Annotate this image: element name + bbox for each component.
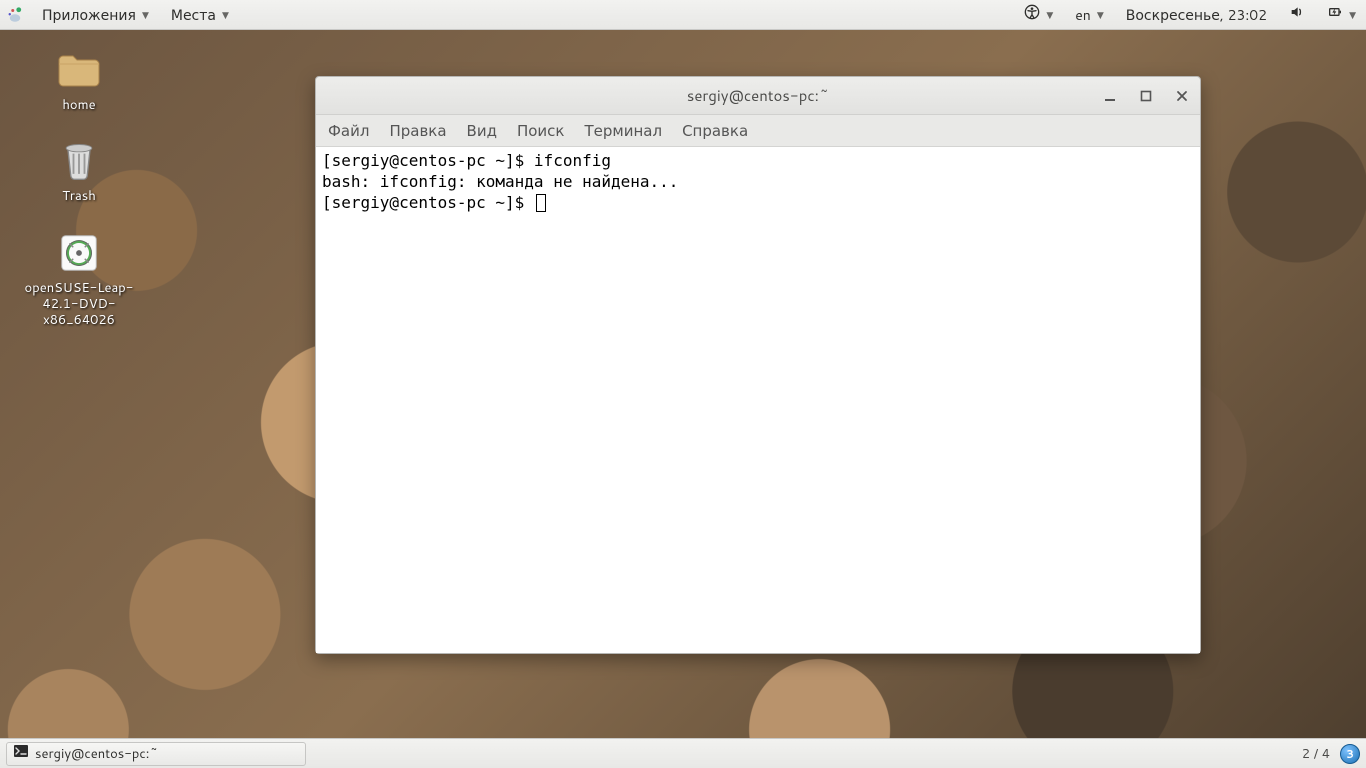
terminal-app-icon [13, 743, 29, 764]
menu-view[interactable]: Вид [465, 118, 499, 143]
places-menu-label: Места [171, 5, 216, 25]
terminal-line: [sergiy@centos-pc ~]$ [322, 193, 534, 212]
window-title: sergiy@centos-pc:~ [687, 85, 829, 106]
keyboard-layout-menu[interactable]: en ▼ [1071, 0, 1108, 30]
trash-bin-icon [55, 137, 103, 185]
taskbar-window-button[interactable]: sergiy@centos-pc:~ [6, 742, 306, 766]
gnome-logo-icon [6, 6, 24, 24]
maximize-icon [1140, 90, 1152, 102]
chevron-down-icon: ▼ [1046, 8, 1053, 21]
window-titlebar[interactable]: sergiy@centos-pc:~ [316, 77, 1200, 115]
accessibility-menu[interactable]: ▼ [1020, 0, 1057, 30]
volume-menu[interactable] [1285, 0, 1309, 30]
taskbar-window-label: sergiy@centos-pc:~ [35, 745, 158, 763]
menu-terminal[interactable]: Терминал [582, 118, 664, 143]
chevron-down-icon: ▼ [222, 8, 229, 21]
disc-image-icon [55, 229, 103, 277]
bottom-panel: sergiy@centos-pc:~ 2 / 4 3 [0, 738, 1366, 768]
terminal-cursor [536, 194, 546, 212]
close-button[interactable] [1170, 84, 1194, 108]
notification-badge[interactable]: 3 [1340, 744, 1360, 764]
iso-file-label: openSUSE-Leap-42.1-DVD-x86_64026 [14, 280, 144, 329]
folder-icon [55, 46, 103, 94]
terminal-body[interactable]: [sergiy@centos-pc ~]$ ifconfig bash: ifc… [316, 147, 1200, 653]
maximize-button[interactable] [1134, 84, 1158, 108]
terminal-line: [sergiy@centos-pc ~]$ ifconfig [322, 151, 611, 170]
chevron-down-icon: ▼ [1349, 8, 1356, 21]
menu-help[interactable]: Справка [680, 118, 750, 143]
accessibility-icon [1024, 4, 1040, 25]
terminal-menubar: Файл Правка Вид Поиск Терминал Справка [316, 115, 1200, 147]
home-folder-icon[interactable]: home [14, 46, 144, 113]
workspace-indicator[interactable]: 2 / 4 [1302, 745, 1330, 763]
chevron-down-icon: ▼ [1097, 8, 1104, 21]
minimize-icon [1104, 90, 1116, 102]
top-panel: Приложения ▼ Места ▼ ▼ en ▼ Воскресенье,… [0, 0, 1366, 30]
menu-search[interactable]: Поиск [515, 118, 567, 143]
trash-label: Trash [62, 188, 96, 204]
applications-menu-label: Приложения [42, 5, 136, 25]
places-menu[interactable]: Места ▼ [167, 0, 233, 30]
chevron-down-icon: ▼ [142, 8, 149, 21]
clock-label[interactable]: Воскресенье, 23:02 [1122, 0, 1271, 30]
applications-menu[interactable]: Приложения ▼ [38, 0, 153, 30]
minimize-button[interactable] [1098, 84, 1122, 108]
home-folder-label: home [62, 97, 95, 113]
menu-file[interactable]: Файл [326, 118, 371, 143]
desktop-icons: home Trash openSUSE-Leap-42.1-DVD-x86_64… [14, 46, 144, 328]
close-icon [1176, 90, 1188, 102]
trash-icon[interactable]: Trash [14, 137, 144, 204]
terminal-window: sergiy@centos-pc:~ Файл Правка Вид Поиск… [315, 76, 1201, 654]
battery-icon [1327, 4, 1343, 25]
volume-icon [1289, 4, 1305, 25]
battery-menu[interactable]: ▼ [1323, 0, 1360, 30]
terminal-line: bash: ifconfig: команда не найдена... [322, 172, 678, 191]
menu-edit[interactable]: Правка [387, 118, 448, 143]
keyboard-layout-label: en [1075, 5, 1091, 25]
iso-file-icon[interactable]: openSUSE-Leap-42.1-DVD-x86_64026 [14, 229, 144, 329]
